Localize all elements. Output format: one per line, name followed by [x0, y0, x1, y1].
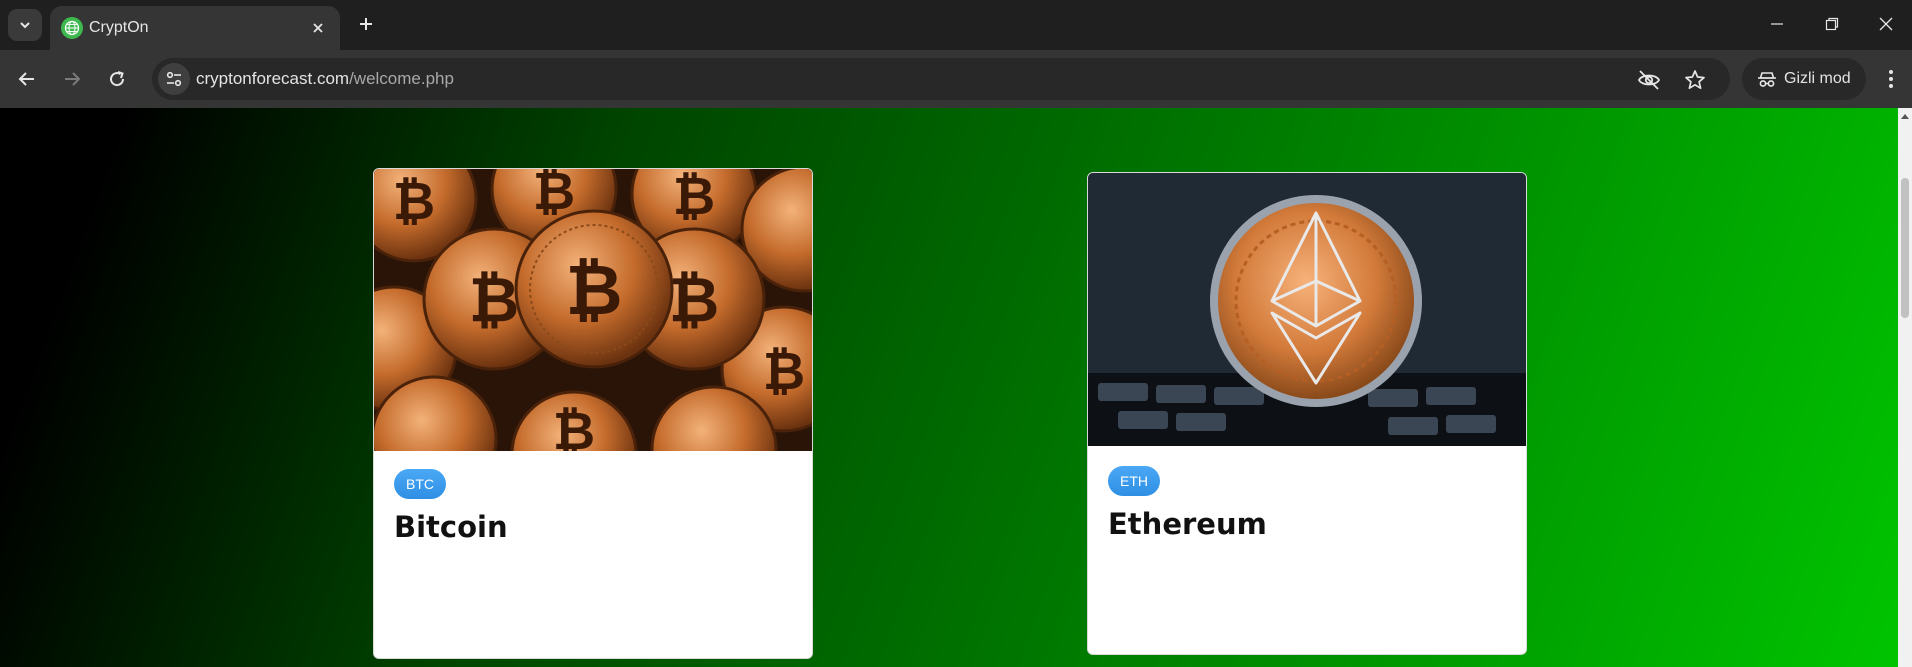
star-icon[interactable]	[1682, 67, 1708, 93]
svg-text:₿: ₿	[393, 172, 435, 232]
page-scrollbar[interactable]	[1898, 108, 1912, 667]
close-window-button[interactable]	[1864, 8, 1908, 40]
bitcoin-image: ₿ ₿ ₿ ₿ ₿ ₿ ₿ ₿	[374, 169, 812, 518]
incognito-label: Gizli mod	[1784, 70, 1851, 87]
eye-off-icon[interactable]	[1636, 67, 1662, 93]
restore-icon	[1825, 17, 1839, 31]
minimize-button[interactable]	[1755, 8, 1799, 40]
forward-button[interactable]	[57, 64, 87, 94]
browser-menu-button[interactable]	[1876, 64, 1906, 94]
svg-text:₿: ₿	[469, 263, 520, 336]
ethereum-image	[1088, 173, 1526, 446]
incognito-indicator[interactable]: Gizli mod	[1742, 58, 1866, 100]
svg-text:₿: ₿	[553, 402, 595, 451]
chevron-down-icon	[20, 22, 30, 29]
plus-icon	[360, 18, 372, 30]
svg-text:₿: ₿	[533, 169, 575, 222]
tab-search-button[interactable]	[8, 9, 42, 41]
reload-icon	[110, 71, 125, 87]
arrow-right-icon	[65, 72, 81, 86]
url-path: /welcome.php	[349, 69, 454, 88]
tab-title: CryptOn	[89, 19, 149, 36]
minimize-icon	[1771, 23, 1783, 25]
arrow-left-icon	[18, 72, 34, 86]
crypto-card-bitcoin[interactable]: ₿ ₿ ₿ ₿ ₿ ₿ ₿ ₿ BTC Bitcoin	[373, 168, 813, 659]
browser-toolbar: cryptonforecast.com/welcome.php Gizli mo…	[0, 50, 1912, 108]
url-text[interactable]: cryptonforecast.com/welcome.php	[196, 69, 454, 89]
svg-text:₿: ₿	[763, 342, 805, 402]
globe-icon	[61, 17, 83, 39]
symbol-badge: BTC	[394, 469, 446, 499]
site-info-icon[interactable]	[158, 63, 190, 95]
restore-button[interactable]	[1810, 8, 1854, 40]
page-viewport: ₿ ₿ ₿ ₿ ₿ ₿ ₿ ₿ BTC Bitcoin ETH Ethereum	[0, 108, 1898, 667]
coin-name: Bitcoin	[394, 510, 508, 544]
scroll-up-arrow-icon[interactable]	[1901, 114, 1909, 119]
url-domain: cryptonforecast.com	[196, 69, 350, 88]
svg-text:₿: ₿	[669, 263, 720, 336]
incognito-icon	[1756, 68, 1778, 90]
coin-name: Ethereum	[1108, 507, 1267, 541]
address-bar[interactable]: cryptonforecast.com/welcome.php	[152, 58, 1730, 100]
reload-button[interactable]	[102, 64, 132, 94]
active-tab[interactable]: CryptOn	[50, 6, 340, 50]
more-vertical-icon	[1889, 70, 1893, 88]
symbol-badge: ETH	[1108, 466, 1160, 496]
scrollbar-thumb[interactable]	[1901, 178, 1909, 318]
svg-text:₿: ₿	[673, 169, 715, 227]
tab-strip: CryptOn	[0, 0, 1912, 50]
new-tab-button[interactable]	[352, 10, 380, 38]
crypto-card-ethereum[interactable]: ETH Ethereum	[1087, 172, 1527, 655]
back-button[interactable]	[12, 64, 42, 94]
close-icon	[1879, 17, 1893, 31]
svg-text:₿: ₿	[565, 249, 622, 331]
close-tab-icon[interactable]	[306, 16, 330, 40]
